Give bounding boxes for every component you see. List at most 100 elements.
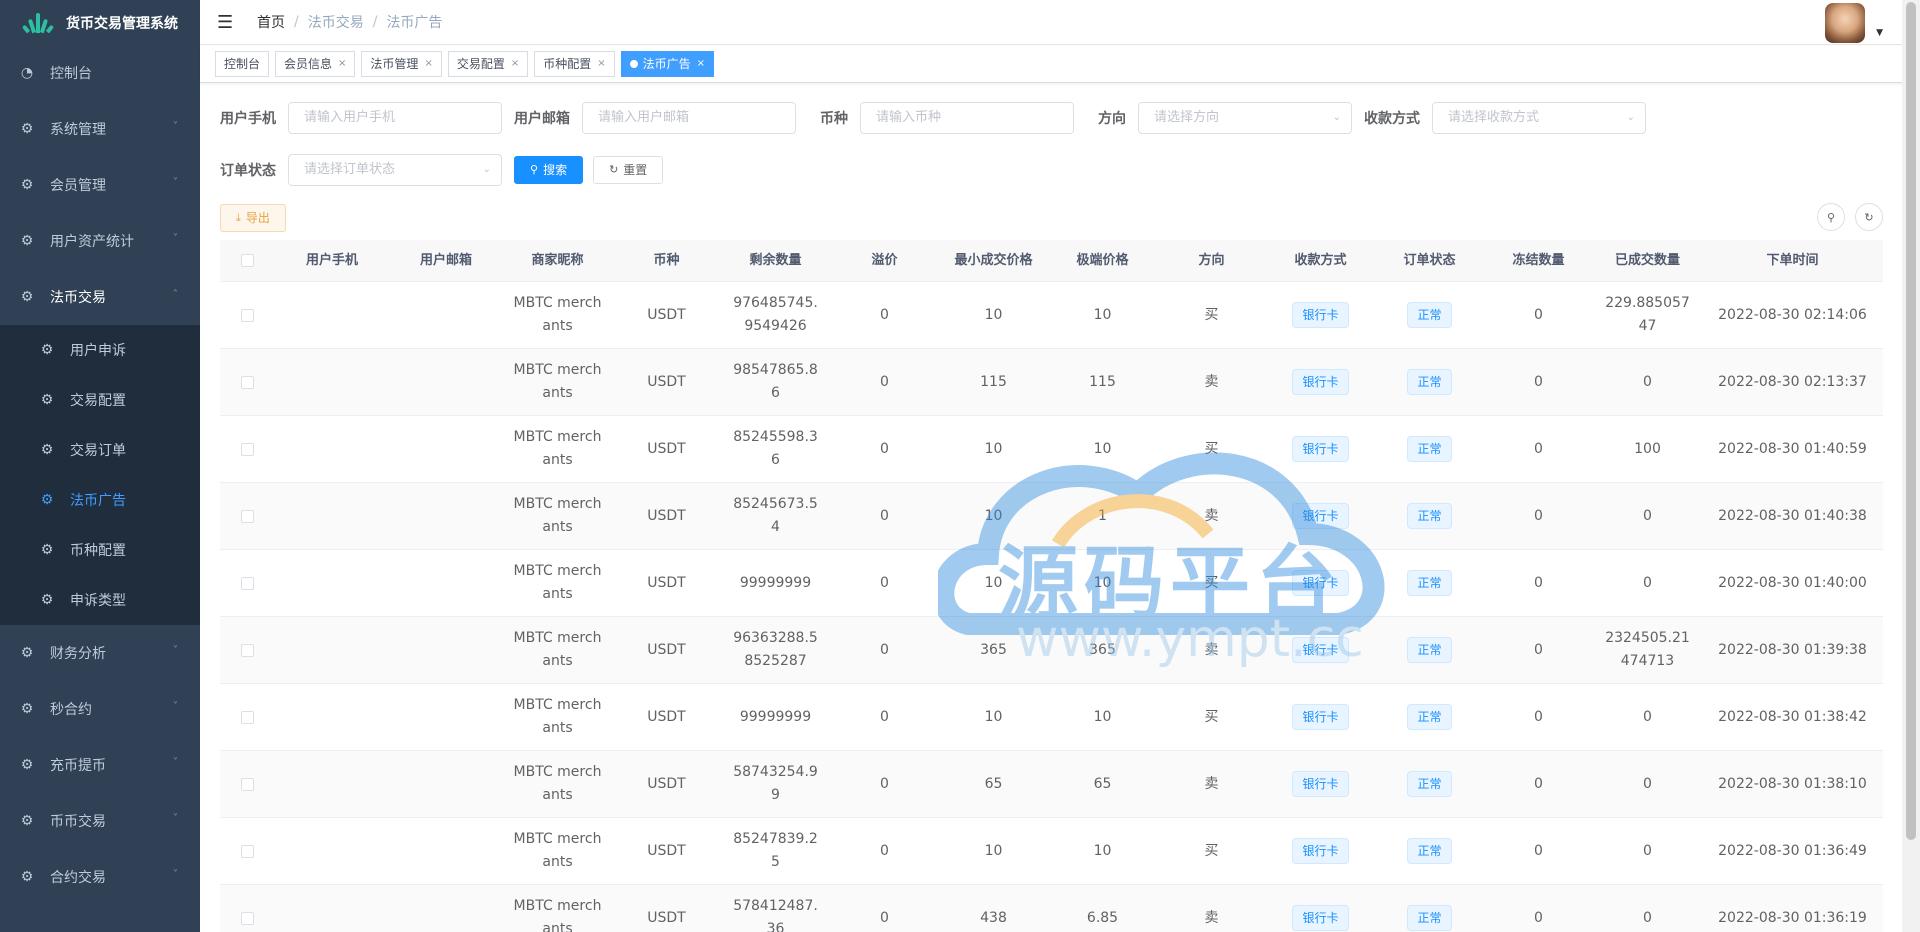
- email-input[interactable]: 请输入用户邮箱: [582, 102, 796, 134]
- cell-col-direction: 买: [1204, 842, 1219, 859]
- sidebar-subitem-label: 申诉类型: [70, 593, 126, 609]
- breadcrumb-home[interactable]: 首页: [257, 12, 285, 32]
- sidebar-subitem-coin-config[interactable]: ⚙ 币种配置: [0, 525, 200, 575]
- sidebar-item-fiat-trade[interactable]: ⚙ 法币交易 ˄: [0, 269, 200, 325]
- sidebar-subitem-trade-orders[interactable]: ⚙ 交易订单: [0, 425, 200, 475]
- cell-col-phone: [275, 818, 389, 884]
- status-badge: 正常: [1407, 637, 1452, 663]
- gear-icon: ⚙: [20, 869, 34, 885]
- sidebar-item-members[interactable]: ⚙ 会员管理 ˅: [0, 157, 200, 213]
- cell-col-email: [389, 349, 503, 415]
- row-checkbox[interactable]: [241, 643, 254, 657]
- cell-col-payment: 银行卡: [1266, 416, 1375, 482]
- row-checkbox[interactable]: [241, 442, 254, 456]
- cell-col-payment: 银行卡: [1266, 617, 1375, 683]
- row-checkbox[interactable]: [241, 375, 254, 389]
- chevron-down-icon: ˅: [173, 121, 178, 132]
- payment-label: 收款方式: [1364, 111, 1420, 127]
- status-select[interactable]: 请选择订单状态 ⌄: [288, 154, 502, 186]
- tag-trade-config[interactable]: 交易配置 ×: [447, 51, 529, 77]
- download-icon: ⤓: [236, 211, 241, 224]
- page-scrollbar[interactable]: [1902, 0, 1920, 932]
- cell-col-merchant: MBTC merchants: [513, 630, 602, 669]
- sidebar-item-asset-stats[interactable]: ⚙ 用户资产统计 ˅: [0, 213, 200, 269]
- cell-col-direction: 买: [1204, 440, 1219, 457]
- table-row[interactable]: MBTC merchants USDT 99999999 0 10 10 买 银行卡 正常 0 0 2…: [220, 550, 1883, 617]
- breadcrumb-fiat-trade[interactable]: 法币交易: [308, 12, 364, 32]
- status-badge: 正常: [1407, 436, 1452, 462]
- cell-col-email: [389, 684, 503, 750]
- toggle-search-button[interactable]: ⚲: [1817, 203, 1845, 231]
- sidebar-item-contract-trade[interactable]: ⚙ 合约交易 ˅: [0, 849, 200, 905]
- row-checkbox[interactable]: [241, 844, 254, 858]
- sidebar-subitem-fiat-ads[interactable]: ⚙ 法币广告: [0, 475, 200, 525]
- table-row[interactable]: MBTC merchants USDT 98547865.86 0 115 115 卖 银行卡…: [220, 349, 1883, 416]
- caret-down-icon[interactable]: ▼: [1876, 28, 1883, 38]
- cell-col-email: [389, 282, 503, 348]
- sidebar-subitem-label: 用户申诉: [70, 343, 126, 359]
- main-content: 用户手机 请输入用户手机 用户邮箱 请输入用户邮箱 币种 请输入币种 方向 请选…: [200, 84, 1902, 932]
- table-row[interactable]: MBTC merchants USDT 96363288.58525287 0 365 3…: [220, 617, 1883, 684]
- close-icon[interactable]: ×: [511, 52, 519, 76]
- cell-col-extreme-price: 65: [1093, 775, 1112, 792]
- cell-col-payment: 银行卡: [1266, 885, 1375, 932]
- close-icon[interactable]: ×: [597, 52, 605, 76]
- payment-select[interactable]: 请选择收款方式 ⌄: [1432, 102, 1646, 134]
- tag-dashboard[interactable]: 控制台: [215, 51, 270, 77]
- cell-col-coin: USDT: [647, 373, 686, 390]
- direction-select[interactable]: 请选择方向 ⌄: [1138, 102, 1352, 134]
- sidebar-subitem-appeals[interactable]: ⚙ 用户申诉: [0, 325, 200, 375]
- table-row[interactable]: MBTC merchants USDT 99999999 0 10 10 买 银行卡 正常 0 0 2…: [220, 684, 1883, 751]
- tag-fiat-ads[interactable]: 法币广告 ×: [620, 51, 715, 77]
- select-all-checkbox[interactable]: [241, 254, 254, 267]
- close-icon[interactable]: ×: [697, 52, 705, 76]
- sidebar-subitem-appeal-types[interactable]: ⚙ 申诉类型: [0, 575, 200, 625]
- cell-col-time: 2022-08-30 01:38:10: [1718, 775, 1867, 792]
- cell-col-direction: 买: [1204, 574, 1219, 591]
- phone-input[interactable]: 请输入用户手机: [288, 102, 502, 134]
- sidebar-item-finance[interactable]: ⚙ 财务分析 ˅: [0, 625, 200, 681]
- sidebar-item-spot-trade[interactable]: ⚙ 币币交易 ˅: [0, 793, 200, 849]
- table-row[interactable]: MBTC merchants USDT 976485745.9549426 0 10 10…: [220, 282, 1883, 349]
- close-icon[interactable]: ×: [424, 52, 432, 76]
- search-button[interactable]: ⚲ 搜索: [514, 156, 584, 184]
- hamburger-icon[interactable]: ☰: [217, 12, 237, 33]
- sidebar-item-deposit-withdraw[interactable]: ⚙ 充币提币 ˅: [0, 737, 200, 793]
- sidebar-item-seconds-contract[interactable]: ⚙ 秒合约 ˅: [0, 681, 200, 737]
- cell-col-phone: [275, 751, 389, 817]
- cell-col-min-price: 10: [984, 574, 1003, 591]
- row-checkbox[interactable]: [241, 777, 254, 791]
- avatar[interactable]: [1825, 3, 1865, 43]
- cell-select-all: [220, 550, 275, 616]
- tag-fiat-manage[interactable]: 法币管理 ×: [361, 51, 442, 77]
- coin-input[interactable]: 请输入币种: [860, 102, 1074, 134]
- table-row[interactable]: MBTC merchants USDT 85247839.25 0 10 10 买 银行卡 正常…: [220, 818, 1883, 885]
- row-checkbox[interactable]: [241, 576, 254, 590]
- row-checkbox[interactable]: [241, 911, 254, 925]
- sidebar-subitem-trade-config[interactable]: ⚙ 交易配置: [0, 375, 200, 425]
- cell-col-remaining: 976485745.9549426: [733, 295, 818, 334]
- tag-coin-config[interactable]: 币种配置 ×: [534, 51, 615, 77]
- table-row[interactable]: MBTC merchants USDT 58743254.99 0 65 65 卖 银行卡 正常…: [220, 751, 1883, 818]
- breadcrumb: 首页 / 法币交易 / 法币广告: [257, 12, 443, 32]
- refresh-button[interactable]: ↻: [1855, 203, 1883, 231]
- tag-member-info[interactable]: 会员信息 ×: [275, 51, 356, 77]
- row-checkbox[interactable]: [241, 710, 254, 724]
- gear-icon: ⚙: [20, 177, 34, 193]
- table-row[interactable]: MBTC merchants USDT 578412487.36 0 438 6.85 卖 银…: [220, 885, 1883, 932]
- cell-select-all: [220, 751, 275, 817]
- table-row[interactable]: MBTC merchants USDT 85245598.36 0 10 10 买 银行卡 正常…: [220, 416, 1883, 483]
- cell-col-payment: 银行卡: [1266, 282, 1375, 348]
- row-checkbox[interactable]: [241, 308, 254, 322]
- sidebar-item-system[interactable]: ⚙ 系统管理 ˅: [0, 101, 200, 157]
- export-button[interactable]: ⤓ 导出: [220, 204, 286, 232]
- reset-button[interactable]: ↻ 重置: [593, 156, 664, 184]
- cell-col-email: [389, 416, 503, 482]
- table-row[interactable]: MBTC merchants USDT 85245673.54 0 10 1 卖 银行卡 正常 0…: [220, 483, 1883, 550]
- scrollbar-thumb[interactable]: [1906, 2, 1916, 840]
- gear-icon: ⚙: [40, 492, 54, 508]
- close-icon[interactable]: ×: [338, 52, 346, 76]
- cell-col-frozen: 0: [1534, 842, 1543, 859]
- row-checkbox[interactable]: [241, 509, 254, 523]
- sidebar-item-dashboard[interactable]: ◔ 控制台: [0, 45, 200, 101]
